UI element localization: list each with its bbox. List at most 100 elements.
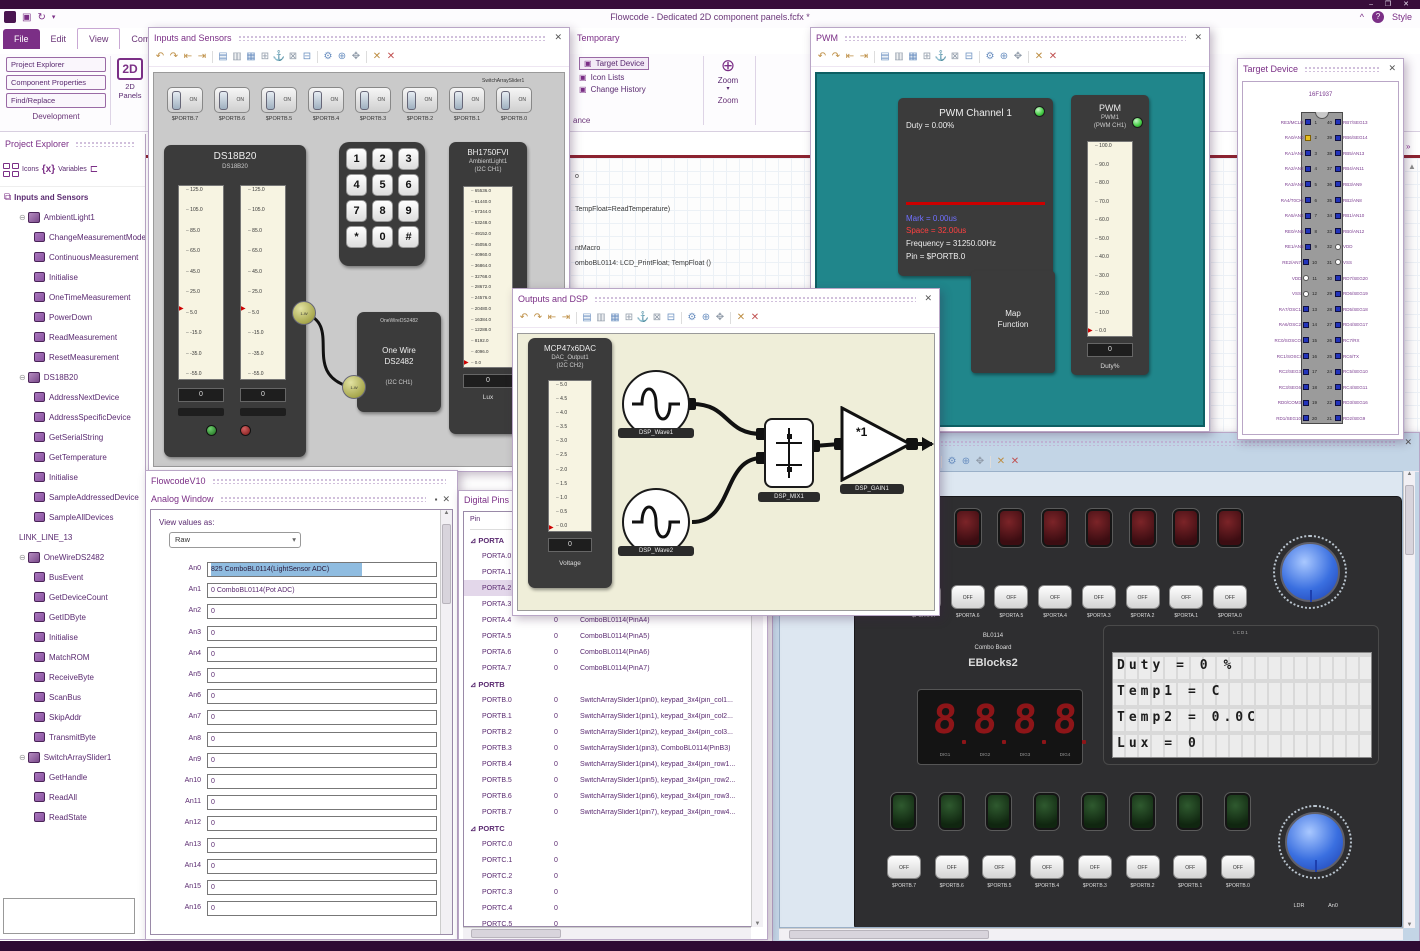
- pin-square[interactable]: [1305, 165, 1312, 172]
- analog-row-value[interactable]: 0: [207, 604, 437, 620]
- digital-row-portc.4[interactable]: PORTC.4 0: [464, 900, 752, 916]
- undo-icon[interactable]: ↶: [517, 312, 531, 323]
- tree-item-initialise[interactable]: Initialise: [0, 467, 145, 487]
- digital-row-portb[interactable]: ⊿ PORTB: [464, 676, 752, 692]
- digital-row-porta.7[interactable]: PORTA.7 0 ComboBL0114(PinA7): [464, 660, 752, 676]
- analog-row-value[interactable]: 0: [207, 858, 437, 874]
- pot-knob[interactable]: [1273, 535, 1347, 609]
- eblocks-vscrollbar[interactable]: ▲ ▼: [1403, 471, 1415, 928]
- flowchart-scroll-up-icon[interactable]: ▲: [1408, 162, 1416, 171]
- pin-square[interactable]: [1302, 290, 1309, 297]
- tree-item-getserialstring[interactable]: GetSerialString: [0, 427, 145, 447]
- pin-square[interactable]: [1335, 415, 1342, 422]
- undo-icon[interactable]: ↶: [153, 51, 167, 62]
- style-menu[interactable]: Style: [1392, 12, 1412, 22]
- 2d-panel-button[interactable]: 2D: [117, 58, 143, 80]
- macros-icon[interactable]: ⊏: [90, 164, 98, 175]
- delete-icon[interactable]: ✕: [1046, 51, 1060, 62]
- tree-item-powerdown[interactable]: PowerDown: [0, 307, 145, 327]
- tree-item-initialise[interactable]: Initialise: [0, 627, 145, 647]
- push-button-$PORTA.2[interactable]: OFF: [1125, 585, 1160, 609]
- config-icon[interactable]: ⚙: [685, 312, 699, 323]
- target-icon[interactable]: ⊕: [699, 312, 713, 323]
- digital-row-portc[interactable]: ⊿ PORTC: [464, 820, 752, 836]
- view-values-dropdown[interactable]: Raw: [169, 532, 301, 548]
- duplicate-icon[interactable]: ▦: [608, 312, 622, 323]
- digital-row-portc.0[interactable]: PORTC.0 0: [464, 836, 752, 852]
- tree-item-getidbyte[interactable]: GetIDByte: [0, 607, 145, 627]
- undo-all-icon[interactable]: ⇤: [843, 51, 857, 62]
- push-button-$PORTB.1[interactable]: OFF: [1173, 855, 1208, 879]
- zoom-caret-icon[interactable]: ▾: [706, 85, 750, 92]
- pin-square[interactable]: [1302, 384, 1309, 391]
- push-button-$PORTA.6[interactable]: OFF: [950, 585, 985, 609]
- tree-item-ds18b20[interactable]: ⊖ DS18B20: [0, 367, 145, 387]
- tree-item-sampleaddresseddevice[interactable]: SampleAddressedDevice: [0, 487, 145, 507]
- analog-row-value[interactable]: 0: [207, 731, 437, 747]
- pin-square[interactable]: [1305, 119, 1312, 125]
- pin-square[interactable]: [1335, 337, 1342, 344]
- ribbon-collapse-icon[interactable]: ^: [1360, 12, 1364, 22]
- config-icon[interactable]: ⚙: [945, 456, 959, 467]
- pin-square[interactable]: [1335, 243, 1342, 250]
- digital-hscrollbar[interactable]: [463, 927, 751, 939]
- pin-square[interactable]: [1305, 243, 1312, 250]
- pwm-slider-block[interactable]: PWM PWM1 (PWM CH1) 100.090.080.070.060.0…: [1071, 95, 1149, 375]
- pin-square[interactable]: [1302, 337, 1309, 344]
- tree-item-changemeasurementmode[interactable]: ChangeMeasurementMode: [0, 227, 145, 247]
- tree-item-busevent[interactable]: BusEvent: [0, 567, 145, 587]
- expander-icon[interactable]: ⊖: [19, 373, 26, 382]
- analog-row-value[interactable]: 0: [207, 625, 437, 641]
- pin-square[interactable]: [1335, 368, 1342, 375]
- window-controls[interactable]: – ❐ ✕: [1369, 0, 1414, 8]
- push-button-$PORTB.5[interactable]: OFF: [982, 855, 1017, 879]
- copy-icon[interactable]: ▤: [580, 312, 594, 323]
- analog-row-value[interactable]: 0: [207, 880, 437, 895]
- pin-square[interactable]: [1335, 275, 1342, 281]
- pin-square[interactable]: [1302, 399, 1309, 406]
- tab-file[interactable]: File: [3, 29, 40, 49]
- pin-square[interactable]: [1335, 321, 1342, 328]
- pan-icon[interactable]: ✥: [713, 312, 727, 323]
- pwm-close-icon[interactable]: ✕: [1192, 32, 1204, 43]
- digital-row-portb.7[interactable]: PORTB.7 0 SwitchArraySlider1(pin7), keypad…: [464, 804, 752, 820]
- push-button-$PORTA.5[interactable]: OFF: [994, 585, 1029, 609]
- target-icon[interactable]: ⊕: [997, 51, 1011, 62]
- pin-square[interactable]: [1335, 384, 1342, 391]
- paste-icon[interactable]: ▥: [892, 51, 906, 62]
- icons-view-label[interactable]: Icons: [22, 166, 39, 173]
- pwm-duty-slider[interactable]: 100.0 90.0 80.0 70.0 60.0 50.0 40.0 30.0 20.0 10.…: [1087, 141, 1133, 337]
- pin-square[interactable]: [1305, 228, 1312, 235]
- layout-icon[interactable]: ⊟: [962, 51, 976, 62]
- layout-icon[interactable]: ⊟: [664, 312, 678, 323]
- push-button-$PORTA.1[interactable]: OFF: [1169, 585, 1204, 609]
- push-button-$PORTA.0[interactable]: OFF: [1212, 585, 1247, 609]
- tab-edit[interactable]: Edit: [40, 29, 78, 49]
- analog-row-value[interactable]: 0: [207, 710, 437, 726]
- digital-row-portc.5[interactable]: PORTC.5 0: [464, 916, 752, 927]
- tree-item-onewireds2482[interactable]: ⊖ OneWireDS2482: [0, 547, 145, 567]
- tree-item-skipaddr[interactable]: SkipAddr: [0, 707, 145, 727]
- onewire-connector-ball-1[interactable]: 1-W: [292, 301, 316, 325]
- analog-row-value[interactable]: 0: [207, 901, 437, 917]
- analog-row-value[interactable]: 0: [207, 689, 437, 705]
- analog-close-icon[interactable]: ✕: [440, 494, 452, 505]
- digital-row-portb.5[interactable]: PORTB.5 0 SwitchArraySlider1(pin5), keypad…: [464, 772, 752, 788]
- pin-square[interactable]: [1302, 259, 1309, 266]
- slider-marker-icon[interactable]: ▶: [1088, 328, 1093, 334]
- tree-item-inputs and sensors[interactable]: ⧉ Inputs and Sensors: [0, 187, 145, 207]
- duplicate-icon[interactable]: ▦: [906, 51, 920, 62]
- copy-icon[interactable]: ▤: [216, 51, 230, 62]
- snap-grid-icon[interactable]: ⊞: [622, 312, 636, 323]
- redo-icon[interactable]: ↷: [167, 51, 181, 62]
- snap-grid-icon[interactable]: ⊞: [920, 51, 934, 62]
- inputs-close-icon[interactable]: ✕: [552, 32, 564, 43]
- view-check-icon-lists[interactable]: ▣ Icon Lists: [579, 73, 649, 82]
- dsp-mix-component[interactable]: [764, 418, 814, 488]
- flowchart-canvas-edge[interactable]: [1404, 158, 1420, 432]
- anchor-icon[interactable]: ⚓: [934, 51, 948, 62]
- analog-row-value[interactable]: 0: [207, 646, 437, 662]
- pin-square[interactable]: [1302, 321, 1309, 328]
- variables-icon[interactable]: {x}: [42, 164, 55, 175]
- tree-item-continuousmeasurement[interactable]: ContinuousMeasurement: [0, 247, 145, 267]
